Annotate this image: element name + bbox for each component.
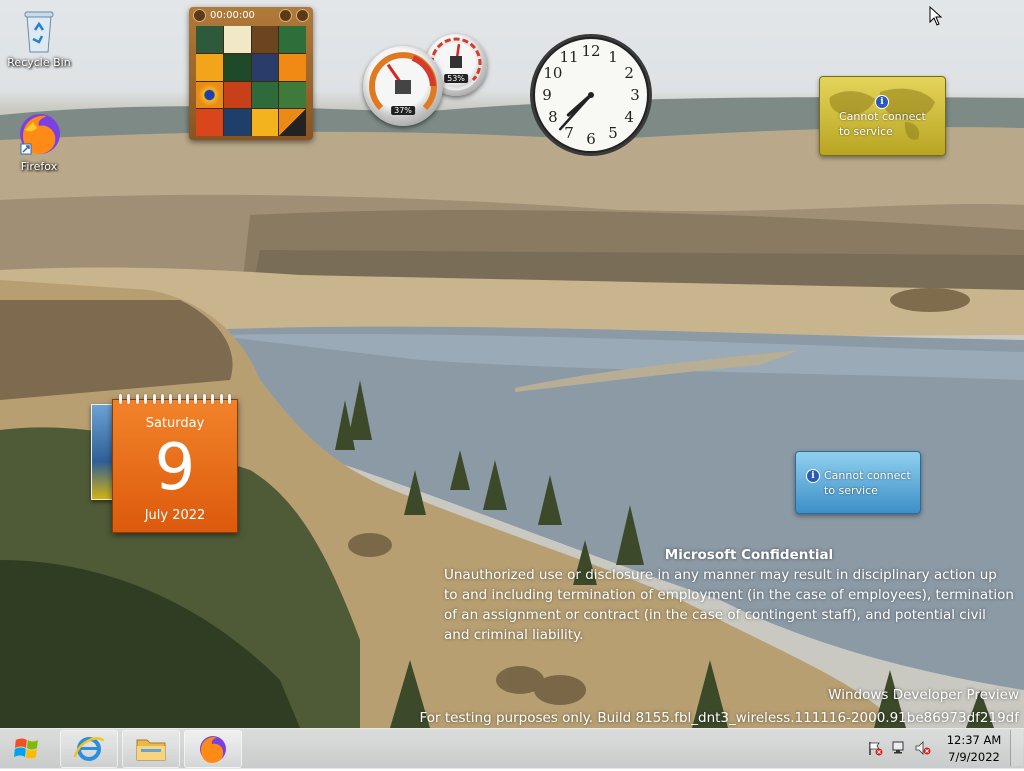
clock-numeral: 4 [624,108,634,126]
confidential-notice: Microsoft Confidential Unauthorized use … [444,545,1014,645]
puzzle-grid[interactable] [196,26,306,136]
error-line-1: Cannot connect [839,110,926,123]
help-icon[interactable] [279,9,292,22]
calendar-gadget[interactable]: Saturday 9 July 2022 [112,394,238,533]
clock-numeral: 3 [630,86,640,104]
build-text: For testing purposes only. Build 8155.fb… [419,710,1020,726]
puzzle-tile[interactable] [279,109,306,136]
clock-numeral: 5 [608,124,618,142]
network-icon[interactable] [891,740,907,756]
cpu-usage-meter: 37% [363,46,443,126]
error-line-2: to service [839,125,893,138]
system-clock[interactable]: 12:37 AM 7/9/2022 [946,732,1002,766]
clock-numeral: 6 [586,130,596,148]
puzzle-tile[interactable] [196,81,223,109]
firefox-icon [200,736,226,763]
confidential-body: Unauthorized use or disclosure in any ma… [444,567,1014,643]
puzzle-tile[interactable] [279,81,306,109]
calendar-rings [119,394,231,404]
desktop-icon-label: Firefox [20,160,58,173]
start-orb-icon [14,738,38,759]
puzzle-tile[interactable] [251,26,279,53]
calendar-weekday: Saturday [145,416,205,431]
puzzle-tile[interactable] [196,26,223,53]
puzzle-tile[interactable] [279,53,306,81]
desktop-icon-firefox[interactable]: Firefox [4,110,74,173]
analog-clock-gadget[interactable]: 1 2 3 4 5 6 7 8 9 10 11 12 [528,32,654,158]
calendar-month-year: July 2022 [144,508,206,523]
picture-puzzle-gadget[interactable]: 00:00:00 [189,7,313,140]
puzzle-tile[interactable] [223,26,251,53]
mouse-cursor-icon [929,5,943,30]
edition-text: Windows Developer Preview [828,687,1019,703]
puzzle-tile[interactable] [251,53,279,81]
memory-chip-icon [450,56,462,68]
weather-error-text: Cannot connect to service [839,109,926,139]
clock-numeral: 8 [548,108,558,126]
puzzle-tile[interactable] [196,53,223,81]
feed-error-text: Cannot connect to service [824,468,911,498]
timer-icon[interactable] [193,9,206,22]
build-watermark: Windows Developer Preview For testing pu… [420,684,1020,730]
clock-time: 12:37 AM [946,733,1002,747]
weather-gadget[interactable]: i Cannot connect to service [819,76,946,156]
clock-numeral: 11 [559,48,578,66]
info-icon: i [806,469,820,483]
show-desktop-button[interactable] [1010,730,1023,766]
internet-explorer-icon [73,737,105,761]
puzzle-tile[interactable] [223,81,251,109]
info-icon: i [875,95,889,109]
taskbar-internet-explorer[interactable] [60,730,118,768]
taskbar-firefox[interactable] [184,730,242,768]
clock-numeral: 1 [608,48,618,66]
folder-icon [136,739,166,761]
cpu-percent: 37% [391,106,415,115]
puzzle-tile[interactable] [196,109,223,136]
puzzle-tile[interactable] [279,26,306,53]
recycle-bin-icon [15,6,63,54]
desktop-icon-recycle-bin[interactable]: Recycle Bin [4,6,74,69]
clock-date: 7/9/2022 [948,750,1000,764]
volume-muted-icon[interactable] [915,740,931,756]
start-button[interactable] [4,733,50,765]
puzzle-toolbar: 00:00:00 [189,7,313,24]
puzzle-timer: 00:00:00 [210,10,255,21]
cpu-chip-icon [395,80,411,94]
clock-numeral: 9 [542,86,552,104]
clock-numeral: 2 [624,64,634,82]
calendar-day: 9 [154,431,196,505]
puzzle-tile[interactable] [223,109,251,136]
firefox-icon [15,110,63,158]
error-line-2: to service [824,484,878,497]
clock-numeral: 10 [543,64,562,82]
clock-numeral: 7 [564,124,574,142]
shuffle-icon[interactable] [296,9,309,22]
confidential-title: Microsoft Confidential [664,547,834,563]
puzzle-tile[interactable] [251,109,279,136]
memory-percent: 53% [444,74,468,83]
puzzle-tile[interactable] [251,81,279,109]
action-center-flag-icon[interactable] [867,740,883,756]
desktop-icon-label: Recycle Bin [7,56,71,69]
feed-headlines-gadget[interactable]: i Cannot connect to service [795,451,921,514]
clock-numeral: 12 [581,42,600,60]
error-line-1: Cannot connect [824,469,911,482]
puzzle-tile[interactable] [223,53,251,81]
taskbar-file-explorer[interactable] [122,730,180,768]
